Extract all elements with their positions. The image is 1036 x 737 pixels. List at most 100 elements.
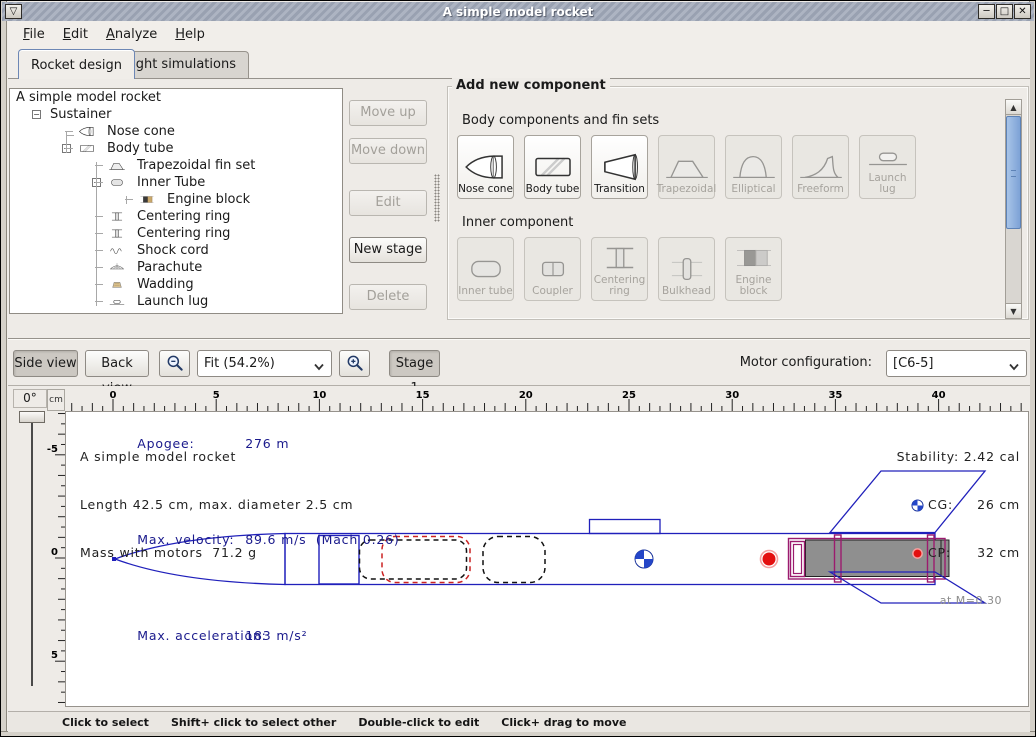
cg-label: CG: — [928, 497, 962, 513]
svg-text:40: 40 — [932, 390, 946, 401]
rotation-slider-track[interactable] — [31, 413, 33, 686]
flight-stat-label: Max. acceleration: — [137, 628, 245, 644]
window-control-button[interactable]: ✕ — [1014, 4, 1031, 19]
tree-item[interactable]: − Centering ring — [10, 225, 342, 242]
coupler-icon — [530, 252, 576, 286]
component-button[interactable]: Nose cone — [457, 135, 514, 199]
tree-connector — [126, 196, 127, 204]
inner-tube-icon — [463, 252, 509, 286]
mach-condition: at M=0.30 — [897, 593, 1002, 609]
scroll-down-icon[interactable]: ▼ — [1006, 303, 1021, 318]
component-button[interactable]: Bulkhead — [658, 237, 715, 301]
rocket-view-area: 0° cm 0510152025303540 -505 — [8, 386, 1030, 711]
window-frame-left — [1, 1, 7, 736]
cp-marker — [761, 551, 778, 568]
component-button[interactable]: Engine block — [725, 237, 782, 301]
move-down-button[interactable]: Move down — [349, 138, 427, 164]
flight-summary: Apogee:276 m Max. velocity:89.6 m/s (Mac… — [80, 356, 400, 692]
trapezoidal-fin-icon — [664, 150, 710, 184]
tree-item[interactable]: − Parachute — [10, 259, 342, 276]
tab-rocket-design[interactable]: Rocket design — [18, 49, 135, 79]
window-title: A simple model rocket — [2, 5, 1034, 19]
body-tube-icon — [530, 150, 576, 184]
tree-item[interactable]: − Sustainer — [10, 106, 342, 123]
component-button[interactable]: Elliptical — [725, 135, 782, 199]
title-bar[interactable]: A simple model rocket ▽ ─□✕ — [2, 2, 1034, 21]
tree-item[interactable]: − Wadding — [10, 276, 342, 293]
cp-icon — [911, 547, 924, 560]
status-hint: Shift+ click to select other — [171, 716, 336, 729]
svg-text:0: 0 — [51, 547, 58, 558]
body-components-label: Body components and fin sets — [462, 113, 659, 128]
nose-cone-icon — [463, 150, 509, 184]
tree-item[interactable]: − Engine block — [10, 191, 342, 208]
centering-ring-icon — [597, 241, 643, 275]
scroll-up-icon[interactable]: ▲ — [1006, 100, 1021, 115]
cg-icon — [911, 499, 924, 512]
scrollbar-thumb[interactable] — [1006, 116, 1021, 229]
tree-item[interactable]: − Body tube — [10, 140, 342, 157]
collapse-icon[interactable]: − — [32, 110, 41, 119]
tree-item[interactable]: − Nose cone — [10, 123, 342, 140]
flight-stat-row: Max. velocity:89.6 m/s (Mach 0.26) — [80, 516, 400, 564]
rotation-slider-handle[interactable] — [19, 411, 45, 423]
tree-item[interactable]: − Trapezoidal fin set — [10, 157, 342, 174]
motor-configuration-select[interactable]: [C6-5] — [886, 350, 1027, 377]
elliptical-fin-icon — [731, 150, 777, 184]
centering-ring-icon — [104, 210, 130, 223]
trapezoidal-fin-icon — [104, 159, 130, 172]
tree-item[interactable]: − Shock cord — [10, 242, 342, 259]
edit-button[interactable]: Edit — [349, 190, 427, 216]
component-button[interactable]: Freeform — [792, 135, 849, 199]
flight-stat-row: Max. acceleration:183 m/s² — [80, 612, 400, 660]
body-tube-icon — [74, 142, 100, 155]
centering-ring-icon — [104, 227, 130, 240]
component-panel-scrollbar[interactable]: ▲ ▼ — [1005, 99, 1022, 319]
svg-text:30: 30 — [725, 390, 739, 401]
tree-item[interactable]: − Launch lug — [10, 293, 342, 310]
component-button[interactable]: Body tube — [524, 135, 581, 199]
component-button[interactable]: Coupler — [524, 237, 581, 301]
rocket-engine-block[interactable] — [791, 542, 805, 577]
component-tree-rows: − A simple model rocket − Sustainer − N — [10, 89, 342, 310]
window-control-button[interactable]: ─ — [978, 4, 995, 19]
menu-item[interactable]: Edit — [56, 24, 95, 45]
motor-configuration-label: Motor configuration: — [740, 355, 872, 370]
tree-item[interactable]: − Centering ring — [10, 208, 342, 225]
flight-stat-row: Apogee:276 m — [80, 420, 400, 468]
flight-stat-value: 276 m — [245, 436, 289, 451]
side-view-button[interactable]: Side view — [13, 350, 78, 377]
tree-item[interactable]: − Inner Tube — [10, 174, 342, 191]
window-control-button[interactable]: □ — [996, 4, 1013, 19]
move-up-button[interactable]: Move up — [349, 100, 427, 126]
component-button[interactable]: Launch lug — [859, 135, 916, 199]
component-button[interactable]: Centering ring — [591, 237, 648, 301]
inner-component-label: Inner component — [462, 215, 573, 230]
status-hint: Click to select — [62, 716, 149, 729]
wadding-icon — [104, 278, 130, 291]
component-button[interactable]: Transition — [591, 135, 648, 199]
new-stage-button[interactable]: New stage — [349, 237, 427, 263]
cp-value: 32 cm — [962, 545, 1020, 561]
rocket-canvas[interactable]: A simple model rocket Length 42.5 cm, ma… — [65, 411, 1029, 707]
tree-item[interactable]: − A simple model rocket — [10, 89, 342, 106]
menu-item[interactable]: File — [16, 24, 52, 45]
component-tree[interactable]: − A simple model rocket − Sustainer − N — [9, 88, 343, 314]
tree-connector — [96, 162, 97, 306]
window-menu-icon[interactable]: ▽ — [5, 4, 22, 19]
component-button[interactable]: Trapezoidal — [658, 135, 715, 199]
delete-button[interactable]: Delete — [349, 284, 427, 310]
menu-item[interactable]: Analyze — [99, 24, 164, 45]
rocket-mass-component[interactable] — [483, 537, 545, 583]
rocket-engine-block-inner — [794, 545, 802, 574]
component-button[interactable]: Inner tube — [457, 237, 514, 301]
menu-item[interactable]: Help — [168, 24, 212, 45]
status-hint: Double-click to edit — [358, 716, 479, 729]
flight-stat-value: 89.6 m/s (Mach 0.26) — [245, 532, 399, 547]
flight-stat-value: 183 m/s² — [245, 628, 307, 643]
rocket-launch-lug[interactable] — [590, 520, 661, 534]
split-pane-divider[interactable] — [434, 174, 440, 222]
launch-lug-icon — [104, 295, 130, 308]
svg-text:35: 35 — [828, 390, 842, 401]
svg-text:5: 5 — [51, 650, 58, 661]
